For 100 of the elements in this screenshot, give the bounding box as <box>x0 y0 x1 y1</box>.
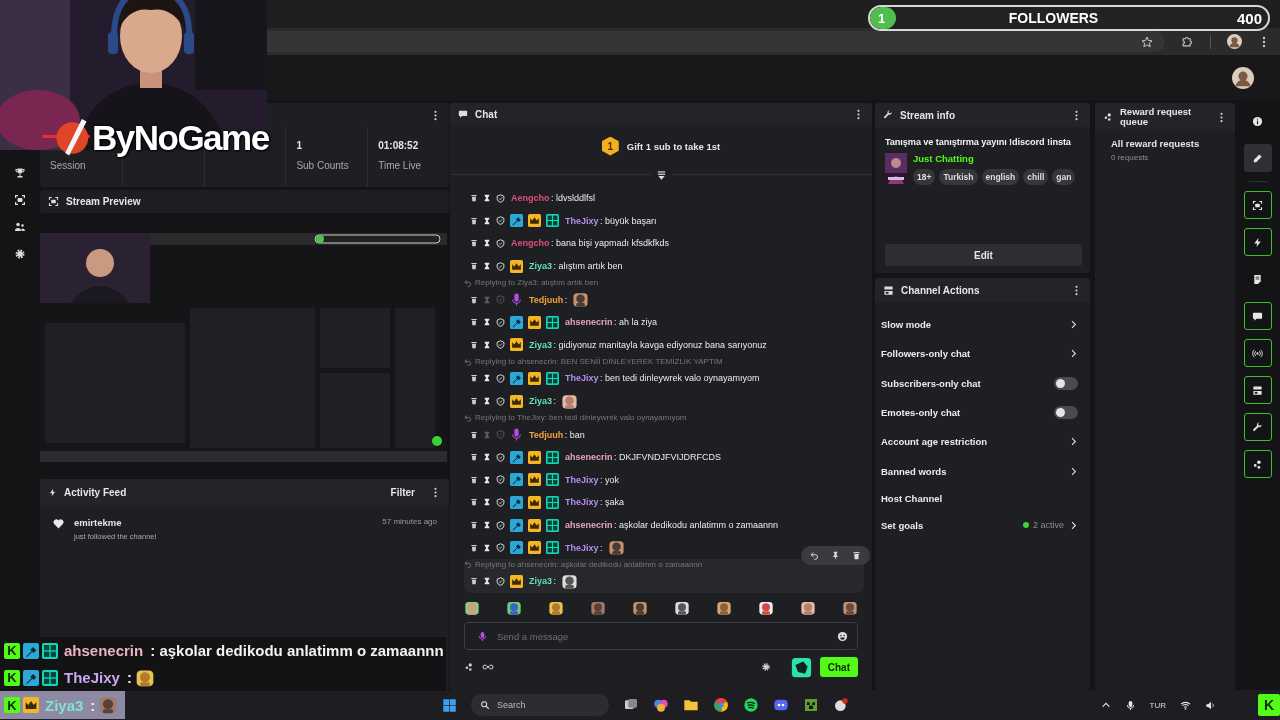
message-field[interactable]: Send a message <box>497 630 828 642</box>
filter-button[interactable]: Filter <box>390 486 415 498</box>
action-label[interactable]: Banned words <box>881 465 947 477</box>
shield-icon[interactable] <box>496 193 505 203</box>
hourglass-icon[interactable] <box>483 262 491 271</box>
app-icon[interactable] <box>743 697 759 713</box>
action-label[interactable]: Set goals <box>881 519 924 531</box>
search-field[interactable]: Search <box>497 700 577 710</box>
trash-icon[interactable] <box>470 340 478 349</box>
shield-icon[interactable] <box>496 452 505 462</box>
action-label[interactable]: Account age restriction <box>881 436 988 448</box>
extensions-icon[interactable] <box>1181 35 1194 48</box>
action-label[interactable]: Host Channel <box>881 492 943 504</box>
trash-icon[interactable] <box>470 453 478 462</box>
shield-icon[interactable] <box>496 216 505 226</box>
trash-icon[interactable] <box>470 194 478 203</box>
action-label[interactable]: Slow mode <box>881 319 932 331</box>
preview-button[interactable] <box>1243 191 1272 219</box>
hourglass-icon[interactable] <box>483 340 491 349</box>
language-indicator[interactable]: TUR <box>1149 700 1166 710</box>
edit-button[interactable]: Edit <box>885 244 1082 266</box>
toggle-switch[interactable] <box>1054 376 1078 390</box>
shield-icon[interactable] <box>496 261 505 271</box>
emote-picker-icon[interactable] <box>790 656 812 678</box>
chevron-right-icon[interactable] <box>1069 437 1078 447</box>
wrench-button[interactable] <box>1243 413 1272 441</box>
hourglass-icon[interactable] <box>483 216 491 225</box>
trash-icon[interactable] <box>470 498 478 507</box>
shield-icon[interactable] <box>496 396 505 406</box>
hourglass-icon[interactable] <box>483 453 491 462</box>
avatar-icon[interactable] <box>1232 66 1254 89</box>
app-icon[interactable] <box>803 697 819 713</box>
star-icon[interactable] <box>1141 35 1153 48</box>
hourglass-icon[interactable] <box>483 577 491 586</box>
chevron-up-icon[interactable] <box>1100 700 1111 710</box>
settings-icon[interactable] <box>14 248 26 260</box>
shield-icon[interactable] <box>496 576 505 586</box>
trash-icon[interactable] <box>470 543 478 552</box>
shield-icon[interactable] <box>496 340 505 350</box>
category-link[interactable]: Just Chatting <box>913 153 1082 164</box>
trash-icon[interactable] <box>470 577 478 586</box>
users-icon[interactable] <box>14 221 26 233</box>
wifi-icon[interactable] <box>1180 699 1191 711</box>
hourglass-icon[interactable] <box>483 397 491 406</box>
pin-icon[interactable] <box>831 550 840 560</box>
shield-icon[interactable] <box>496 543 505 553</box>
volume-icon[interactable] <box>1205 699 1216 711</box>
start-icon[interactable] <box>442 697 457 713</box>
trash-icon[interactable] <box>470 430 478 439</box>
message-input[interactable]: Send a message <box>464 622 858 650</box>
shield-icon[interactable] <box>496 373 505 383</box>
layout-button[interactable] <box>1243 376 1272 404</box>
action-label[interactable]: Subscribers-only chat <box>881 377 981 389</box>
chevron-right-icon[interactable] <box>1069 466 1078 476</box>
shield-icon[interactable] <box>496 520 505 530</box>
rewards-button[interactable] <box>1243 450 1272 478</box>
edit-button[interactable] <box>1243 144 1272 172</box>
trash-icon[interactable] <box>470 216 478 225</box>
app-icon[interactable] <box>653 697 669 713</box>
action-label[interactable]: Emotes-only chat <box>881 407 961 419</box>
settings-icon[interactable] <box>760 662 771 672</box>
infinity-icon[interactable] <box>482 661 494 673</box>
hourglass-icon[interactable] <box>483 239 491 248</box>
folder-icon[interactable] <box>683 697 699 713</box>
chat-button[interactable]: Chat <box>819 657 858 677</box>
trash-icon[interactable] <box>470 318 478 327</box>
hourglass-icon[interactable] <box>483 318 491 327</box>
shield-icon[interactable] <box>496 239 505 248</box>
trash-icon[interactable] <box>470 374 478 383</box>
mic-icon[interactable] <box>1124 699 1136 711</box>
trash-icon[interactable] <box>470 475 478 484</box>
chevron-right-icon[interactable] <box>1069 320 1078 330</box>
tray-app-badge[interactable]: K <box>1258 694 1280 716</box>
profile-icon[interactable] <box>1227 34 1242 49</box>
hourglass-icon[interactable] <box>483 521 491 529</box>
app-icon[interactable] <box>833 697 849 713</box>
hourglass-icon[interactable] <box>483 475 491 484</box>
action-label[interactable]: Followers-only chat <box>881 348 971 360</box>
dots-icon[interactable] <box>464 662 474 672</box>
reply-icon[interactable] <box>810 550 819 560</box>
hourglass-icon[interactable] <box>483 194 491 203</box>
trash-icon[interactable] <box>470 397 478 406</box>
screen-frame-icon[interactable] <box>14 194 26 206</box>
hourglass-icon[interactable] <box>483 374 491 383</box>
app-icon[interactable] <box>773 697 789 713</box>
trophy-icon[interactable] <box>14 167 26 179</box>
shield-icon[interactable] <box>496 317 505 327</box>
shield-icon[interactable] <box>496 497 505 507</box>
trash-icon[interactable] <box>852 550 861 560</box>
app-icon[interactable] <box>713 697 729 713</box>
shield-icon[interactable] <box>496 475 505 485</box>
hourglass-icon[interactable] <box>483 498 491 507</box>
trash-icon[interactable] <box>470 239 478 248</box>
chevron-right-icon[interactable] <box>1069 520 1078 530</box>
chevron-right-icon[interactable] <box>1069 349 1078 359</box>
broadcast-button[interactable] <box>1243 339 1272 367</box>
chat-button[interactable] <box>1243 302 1272 330</box>
hourglass-icon[interactable] <box>483 543 491 552</box>
emoji-icon[interactable] <box>837 630 848 642</box>
trash-icon[interactable] <box>470 262 478 271</box>
